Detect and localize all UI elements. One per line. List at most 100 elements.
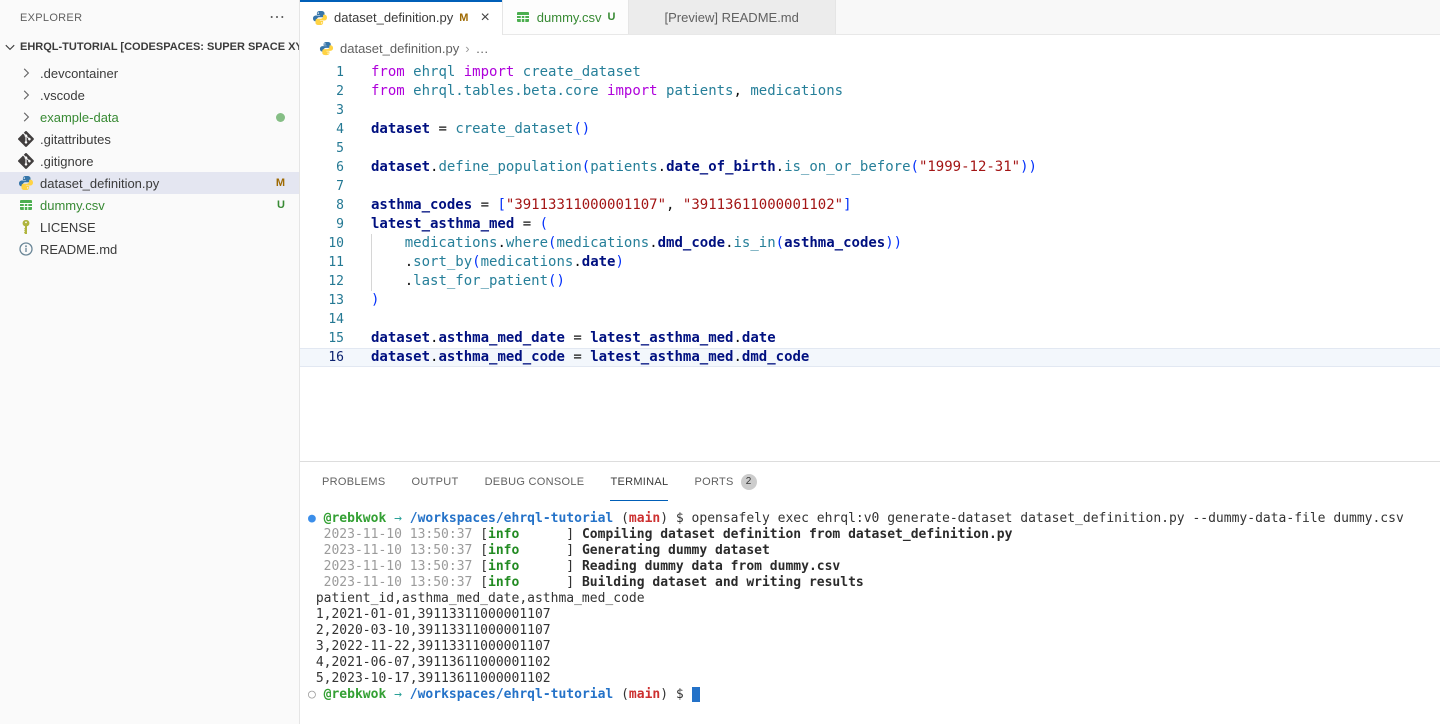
file-row[interactable]: .gitignore	[0, 150, 299, 172]
code-token: latest_asthma_med	[590, 330, 733, 346]
terminal-token: [	[472, 559, 488, 574]
file-row[interactable]: dummy.csvU	[0, 194, 299, 216]
code-line[interactable]: 4dataset = create_dataset()	[300, 120, 1440, 139]
code-token	[455, 64, 463, 80]
line-number: 16	[300, 348, 344, 367]
file-row[interactable]: .devcontainer	[0, 62, 299, 84]
terminal-line: 4,2021-06-07,39113611000001102	[308, 655, 1440, 671]
code-token: =	[565, 349, 590, 365]
python-icon	[18, 175, 34, 191]
code-editor[interactable]: 1from ehrql import create_dataset2from e…	[300, 61, 1440, 461]
code-token	[371, 235, 405, 251]
git-icon	[18, 131, 34, 147]
tab-label: [Preview] README.md	[665, 10, 799, 25]
code-token: medications	[481, 254, 574, 270]
code-line[interactable]: 12 .last_for_patient()	[300, 272, 1440, 291]
terminal[interactable]: ● @rebkwok → /workspaces/ehrql-tutorial …	[300, 501, 1440, 724]
file-row[interactable]: dataset_definition.pyM	[0, 172, 299, 194]
tab-label: dummy.csv	[537, 10, 602, 25]
code-line-content: .last_for_patient()	[371, 272, 1440, 291]
key-icon	[18, 219, 34, 235]
git-icon	[18, 153, 34, 169]
command-pending-dot-icon: ○	[308, 687, 324, 702]
git-status-badge: M	[459, 12, 468, 24]
tab--preview-readme-md[interactable]: [Preview] README.md	[629, 0, 836, 34]
code-token: asthma_med_date	[438, 330, 564, 346]
code-token: .	[371, 273, 413, 289]
code-line[interactable]: 1from ehrql import create_dataset	[300, 63, 1440, 82]
terminal-token: Building dataset and writing results	[582, 575, 864, 590]
indent-guide	[371, 253, 372, 272]
code-token: (	[911, 159, 919, 175]
terminal-token: info	[488, 559, 519, 574]
tab-dummy-csv[interactable]: dummy.csvU	[503, 0, 629, 34]
code-token: )	[615, 254, 623, 270]
breadcrumb-file[interactable]: dataset_definition.py	[340, 41, 459, 56]
explorer-sidebar: EXPLORER ⋯ EHRQL-TUTORIAL [CODESPACES: S…	[0, 0, 300, 724]
terminal-token: patient_id,asthma_med_date,asthma_med_co…	[308, 591, 645, 606]
more-actions-icon[interactable]: ⋯	[269, 13, 285, 23]
terminal-token	[308, 575, 324, 590]
panel-tab-problems[interactable]: PROBLEMS	[322, 462, 386, 501]
code-line[interactable]: 9latest_asthma_med = (	[300, 215, 1440, 234]
terminal-line: 2023-11-10 13:50:37 [info ] Compiling da…	[308, 527, 1440, 543]
panel-tab-ports[interactable]: PORTS2	[694, 462, 756, 501]
terminal-token	[308, 559, 324, 574]
code-line[interactable]: 13)	[300, 291, 1440, 310]
code-token: )	[371, 292, 379, 308]
explorer-header: EXPLORER ⋯	[0, 0, 299, 35]
code-token: (	[776, 235, 784, 251]
code-line[interactable]: 2from ehrql.tables.beta.core import pati…	[300, 82, 1440, 101]
file-row[interactable]: .gitattributes	[0, 128, 299, 150]
workspace-section-header[interactable]: EHRQL-TUTORIAL [CODESPACES: SUPER SPACE …	[0, 35, 299, 59]
code-line[interactable]: 8asthma_codes = ["39113311000001107", "3…	[300, 196, 1440, 215]
tab-dataset-definition-py[interactable]: dataset_definition.pyM×	[300, 0, 503, 35]
code-token: ehrql	[413, 64, 455, 80]
code-token: where	[506, 235, 548, 251]
code-token: ()	[548, 273, 565, 289]
code-token: .	[776, 159, 784, 175]
code-token: date	[742, 330, 776, 346]
code-line[interactable]: 14	[300, 310, 1440, 329]
code-line[interactable]: 11 .sort_by(medications.date)	[300, 253, 1440, 272]
file-row[interactable]: LICENSE	[0, 216, 299, 238]
panel-tab-debug-console[interactable]: DEBUG CONSOLE	[485, 462, 585, 501]
code-token: "39113611000001102"	[683, 197, 843, 213]
code-token: =	[565, 330, 590, 346]
code-line[interactable]: 16dataset.asthma_med_code = latest_asthm…	[300, 348, 1440, 367]
breadcrumb-symbol[interactable]: …	[476, 41, 489, 56]
code-line[interactable]: 5	[300, 139, 1440, 158]
code-token: sort_by	[413, 254, 472, 270]
file-row[interactable]: .vscode	[0, 84, 299, 106]
line-number: 11	[300, 253, 344, 272]
terminal-token: →	[386, 687, 409, 702]
terminal-token: 3,2022-11-22,39113311000001107	[308, 639, 551, 654]
terminal-line: 3,2022-11-22,39113311000001107	[308, 639, 1440, 655]
file-list: .devcontainer.vscodeexample-data.gitattr…	[0, 62, 299, 260]
code-token: patients	[666, 83, 733, 99]
code-line[interactable]: 10 medications.where(medications.dmd_cod…	[300, 234, 1440, 253]
terminal-token: opensafely exec ehrql:v0 generate-datase…	[692, 511, 1404, 526]
code-token: ,	[733, 83, 750, 99]
code-line[interactable]: 15dataset.asthma_med_date = latest_asthm…	[300, 329, 1440, 348]
code-token: [	[497, 197, 505, 213]
panel-tab-output[interactable]: OUTPUT	[412, 462, 459, 501]
file-row[interactable]: example-data	[0, 106, 299, 128]
file-row[interactable]: README.md	[0, 238, 299, 260]
code-line[interactable]: 3	[300, 101, 1440, 120]
terminal-line: 2,2020-03-10,39113311000001107	[308, 623, 1440, 639]
panel-tab-label: PROBLEMS	[322, 462, 386, 501]
terminal-line: 1,2021-01-01,39113311000001107	[308, 607, 1440, 623]
terminal-line: ○ @rebkwok → /workspaces/ehrql-tutorial …	[308, 687, 1440, 703]
code-token: create_dataset	[523, 64, 641, 80]
code-line[interactable]: 7	[300, 177, 1440, 196]
code-token: dataset	[371, 349, 430, 365]
terminal-token: @rebkwok	[324, 511, 387, 526]
code-token: (	[472, 254, 480, 270]
terminal-token: (	[613, 511, 629, 526]
close-icon[interactable]: ×	[480, 11, 489, 25]
line-number: 3	[300, 101, 344, 120]
breadcrumb: dataset_definition.py › …	[300, 35, 1440, 61]
panel-tab-terminal[interactable]: TERMINAL	[610, 462, 668, 501]
code-line[interactable]: 6dataset.define_population(patients.date…	[300, 158, 1440, 177]
